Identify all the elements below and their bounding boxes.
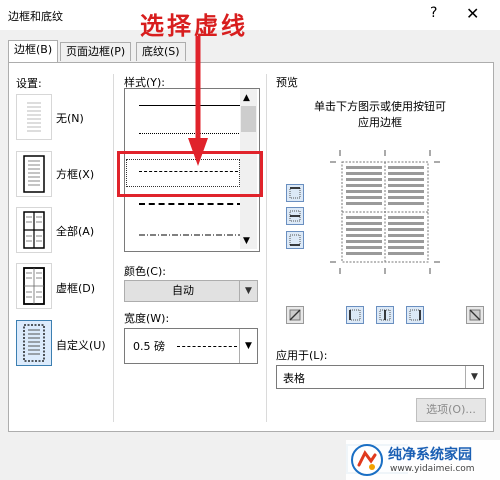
tab-page-border[interactable]: 页面边框(P) — [60, 42, 132, 61]
apply-to-value: 表格 — [283, 372, 305, 385]
apply-to-label: 应用于(L): — [276, 349, 328, 362]
scroll-up-icon[interactable]: ▲ — [243, 93, 250, 103]
preview-hint-1: 单击下方图示或使用按钮可 — [314, 100, 446, 113]
setting-custom-label[interactable]: 自定义(U) — [56, 337, 106, 353]
watermark-logo-icon — [351, 444, 383, 476]
border-inside-v-button[interactable] — [376, 306, 394, 324]
chevron-down-icon: ▼ — [239, 281, 257, 301]
chevron-down-icon: ▼ — [465, 366, 483, 388]
style-option-dashed[interactable] — [139, 203, 243, 205]
watermark-url: www.yidaimei.com — [390, 464, 475, 474]
help-button[interactable]: ? — [430, 5, 437, 21]
border-left-button[interactable] — [346, 306, 364, 324]
diagonal-up-button[interactable] — [286, 306, 304, 324]
border-inside-h-button[interactable] — [286, 207, 304, 225]
apply-to-select[interactable]: 表格 ▼ — [276, 365, 484, 389]
separator-right — [266, 74, 267, 422]
setting-custom-icon[interactable] — [16, 320, 52, 366]
color-value: 自动 — [172, 284, 194, 297]
tab-shading[interactable]: 底纹(S) — [136, 42, 186, 61]
annotation-arrow-icon — [188, 36, 208, 166]
watermark: 纯净系统家园 www.yidaimei.com — [346, 440, 500, 480]
preview-hint-2: 应用边框 — [358, 116, 402, 129]
tab-strip: 边框(B) 页面边框(P) 底纹(S) — [8, 40, 492, 62]
diagonal-down-button[interactable] — [466, 306, 484, 324]
color-select[interactable]: 自动 ▼ — [124, 280, 258, 302]
setting-box-icon[interactable] — [16, 151, 52, 197]
setting-box-label[interactable]: 方框(X) — [56, 166, 94, 182]
setting-grid-label[interactable]: 虚框(D) — [56, 280, 95, 296]
width-select[interactable]: 0.5 磅 ▼ — [124, 328, 258, 364]
watermark-brand: 纯净系统家园 — [388, 447, 472, 463]
setting-all-label[interactable]: 全部(A) — [56, 223, 94, 239]
setting-grid-icon[interactable] — [16, 263, 52, 309]
color-label: 颜色(C): — [124, 265, 166, 278]
width-line-sample — [177, 346, 237, 347]
width-value: 0.5 磅 — [133, 340, 165, 353]
width-label: 宽度(W): — [124, 312, 170, 325]
settings-header: 设置: — [16, 77, 42, 90]
preview-diagram[interactable] — [330, 150, 440, 274]
preview-header: 预览 — [276, 76, 298, 89]
tab-borders[interactable]: 边框(B) — [8, 40, 59, 62]
scroll-thumb[interactable] — [241, 106, 256, 132]
setting-none-icon[interactable] — [16, 94, 52, 140]
dialog-title: 边框和底纹 — [8, 10, 63, 23]
border-bottom-button[interactable] — [286, 231, 304, 249]
setting-none-label[interactable]: 无(N) — [56, 110, 84, 126]
border-right-button[interactable] — [406, 306, 424, 324]
setting-all-icon[interactable] — [16, 207, 52, 253]
options-button[interactable]: 选项(O)... — [416, 398, 486, 422]
border-top-button[interactable] — [286, 184, 304, 202]
separator-left — [113, 74, 114, 422]
scroll-down-icon[interactable]: ▼ — [243, 236, 250, 246]
title-bar — [0, 0, 500, 30]
close-button[interactable]: ✕ — [466, 4, 479, 23]
chevron-down-icon: ▼ — [239, 329, 257, 363]
